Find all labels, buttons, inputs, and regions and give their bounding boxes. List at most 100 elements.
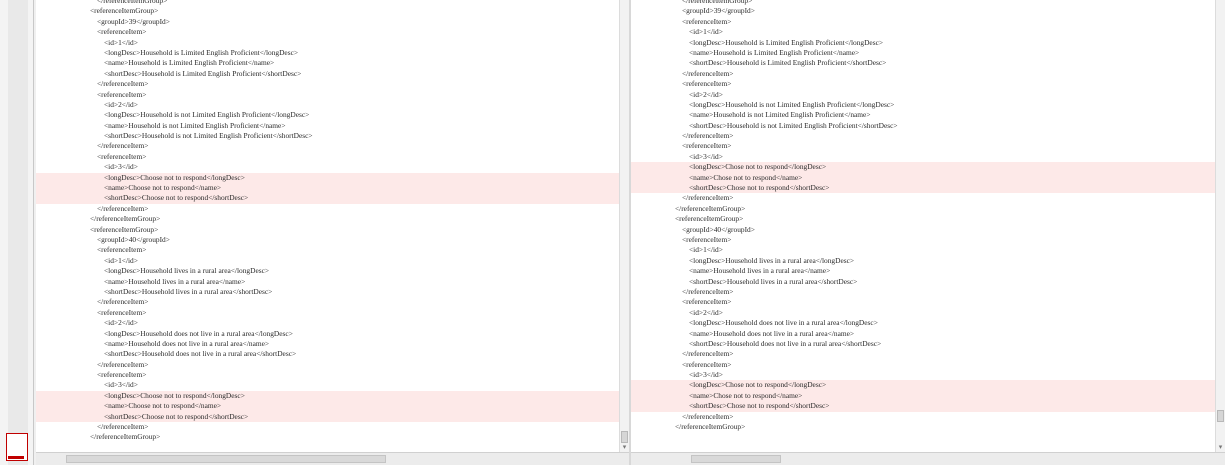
code-line-text: <referenceItem> (682, 141, 732, 151)
code-line-text: <id>1</id> (104, 255, 138, 265)
code-line-text: <id>2</id> (689, 307, 723, 317)
code-line: <groupId>39</groupId> (36, 17, 619, 27)
code-line-text: <referenceItem> (97, 245, 147, 255)
code-line-text: <shortDesc>Household is Limited English … (104, 68, 302, 78)
code-line-text: <shortDesc>Household lives in a rural ar… (104, 286, 273, 296)
code-line-text: <longDesc>Household lives in a rural are… (689, 255, 855, 265)
code-line: </referenceItem> (631, 69, 1225, 79)
code-line: <name>Household does not live in a rural… (36, 339, 619, 349)
code-line: <longDesc>Household does not live in a r… (36, 329, 619, 339)
down-arrow-icon[interactable]: ▾ (1216, 443, 1225, 452)
code-line: <longDesc>Household is not Limited Engli… (36, 110, 619, 120)
diff-overview-bar[interactable] (0, 0, 34, 465)
code-line: </referenceItemGroup> (631, 204, 1225, 214)
code-line: <shortDesc>Household does not live in a … (631, 339, 1225, 349)
code-line: <groupId>40</groupId> (36, 235, 619, 245)
code-line: <name>Choose not to respond</name> (36, 401, 619, 412)
code-line: </referenceItem> (36, 297, 619, 307)
code-line: <referenceItem> (631, 360, 1225, 370)
code-line: <shortDesc>Household is Limited English … (631, 58, 1225, 68)
code-line-text: </referenceItem> (97, 203, 149, 213)
code-line-text: </referenceItem> (682, 131, 734, 141)
code-line: <referenceItem> (36, 27, 619, 37)
code-line-text: <referenceItem> (97, 307, 147, 317)
left-scroll-thumb[interactable] (621, 431, 628, 443)
code-line: <id>3</id> (36, 380, 619, 390)
code-line: <referenceItem> (631, 79, 1225, 89)
code-line: <groupId>40</groupId> (631, 225, 1225, 235)
code-line: <referenceItem> (36, 90, 619, 100)
code-line: <longDesc>Household does not live in a r… (631, 318, 1225, 328)
right-file-pane[interactable]: </referenceItemGroup> <groupId>39</groupI… (631, 0, 1225, 452)
code-line: <shortDesc>Chose not to respond</shortDe… (631, 183, 1225, 194)
code-line: <longDesc>Chose not to respond</longDesc… (631, 162, 1225, 173)
code-line-text: <shortDesc>Chose not to respond</shortDe… (689, 401, 830, 411)
code-line-text: </referenceItemGroup> (90, 432, 161, 442)
code-line: <referenceItemGroup> (36, 6, 619, 16)
code-line: <id>3</id> (631, 152, 1225, 162)
code-line: <shortDesc>Household does not live in a … (36, 349, 619, 359)
code-line: </referenceItem> (631, 412, 1225, 422)
code-line-text: <name>Chose not to respond</name> (689, 390, 803, 400)
code-line: <name>Household does not live in a rural… (631, 329, 1225, 339)
code-line: <id>1</id> (631, 27, 1225, 37)
code-line-text: <referenceItem> (682, 234, 732, 244)
code-line-text: <referenceItem> (97, 89, 147, 99)
overview-track (8, 0, 28, 465)
code-line-text: <shortDesc>Household lives in a rural ar… (689, 276, 858, 286)
code-line-text: <id>2</id> (104, 99, 138, 109)
code-line: <shortDesc>Choose not to respond</shortD… (36, 411, 619, 423)
code-line-text: <longDesc>Household is Limited English P… (104, 47, 299, 57)
code-line-text: </referenceItem> (97, 141, 149, 151)
code-line-text: <longDesc>Choose not to respond</longDes… (104, 390, 245, 400)
left-horizontal-scrollbar[interactable] (36, 452, 629, 465)
code-line: <name>Household is Limited English Profi… (36, 58, 619, 68)
code-line: <name>Household lives in a rural area</n… (631, 266, 1225, 276)
left-vertical-scrollbar[interactable]: ▾ (619, 0, 629, 452)
code-line: </referenceItem> (631, 193, 1225, 203)
code-line-text: <name>Chose not to respond</name> (689, 172, 803, 182)
down-arrow-icon[interactable]: ▾ (620, 443, 629, 452)
code-line-text: <id>1</id> (104, 37, 138, 47)
code-line-text: <longDesc>Household lives in a rural are… (104, 266, 270, 276)
code-line-text: <referenceItemGroup> (90, 6, 159, 16)
code-line-text: </referenceItem> (682, 68, 734, 78)
code-line-text: </referenceItemGroup> (90, 214, 161, 224)
code-line: </referenceItem> (36, 141, 619, 151)
code-line: <referenceItemGroup> (36, 225, 619, 235)
code-line: <id>2</id> (36, 318, 619, 328)
code-line: <id>3</id> (631, 370, 1225, 380)
code-line: <shortDesc>Household lives in a rural ar… (631, 277, 1225, 287)
code-line: <shortDesc>Chose not to respond</shortDe… (631, 401, 1225, 412)
code-line-text: </referenceItem> (97, 422, 149, 432)
code-line: </referenceItem> (36, 204, 619, 214)
code-line: <id>2</id> (36, 100, 619, 110)
code-line-text: <referenceItem> (682, 297, 732, 307)
code-line-text: <referenceItemGroup> (90, 224, 159, 234)
left-file-pane[interactable]: </referenceItemGroup> <referenceItemGroup… (36, 0, 619, 452)
right-hscroll-thumb[interactable] (691, 455, 781, 463)
code-line-text: </referenceItemGroup> (97, 0, 168, 5)
code-line: <shortDesc>Household is not Limited Engl… (36, 131, 619, 141)
right-scroll-thumb[interactable] (1217, 410, 1224, 422)
code-line-text: <groupId>40</groupId> (97, 234, 170, 244)
right-vertical-scrollbar[interactable]: ▾ (1215, 0, 1225, 452)
code-line: <id>3</id> (36, 162, 619, 172)
code-line-text: <longDesc>Household does not live in a r… (689, 318, 878, 328)
left-hscroll-thumb[interactable] (66, 455, 386, 463)
code-line-text: </referenceItem> (97, 359, 149, 369)
code-line: <id>2</id> (631, 90, 1225, 100)
code-line: <name>Household is not Limited English P… (36, 121, 619, 131)
code-line-text: <longDesc>Choose not to respond</longDes… (104, 172, 245, 182)
code-line: <longDesc>Household is Limited English P… (631, 38, 1225, 48)
code-line-text: <shortDesc>Household is not Limited Engl… (104, 131, 313, 141)
code-line: <referenceItem> (36, 308, 619, 318)
code-line: <id>2</id> (631, 308, 1225, 318)
code-line-text: <shortDesc>Household does not live in a … (689, 338, 882, 348)
code-line-text: <groupId>39</groupId> (97, 16, 170, 26)
code-line-text: <id>3</id> (104, 162, 138, 172)
right-horizontal-scrollbar[interactable] (631, 452, 1225, 465)
code-line-text: <referenceItem> (97, 370, 147, 380)
code-line-text: </referenceItem> (682, 411, 734, 421)
code-line: <groupId>39</groupId> (631, 6, 1225, 16)
